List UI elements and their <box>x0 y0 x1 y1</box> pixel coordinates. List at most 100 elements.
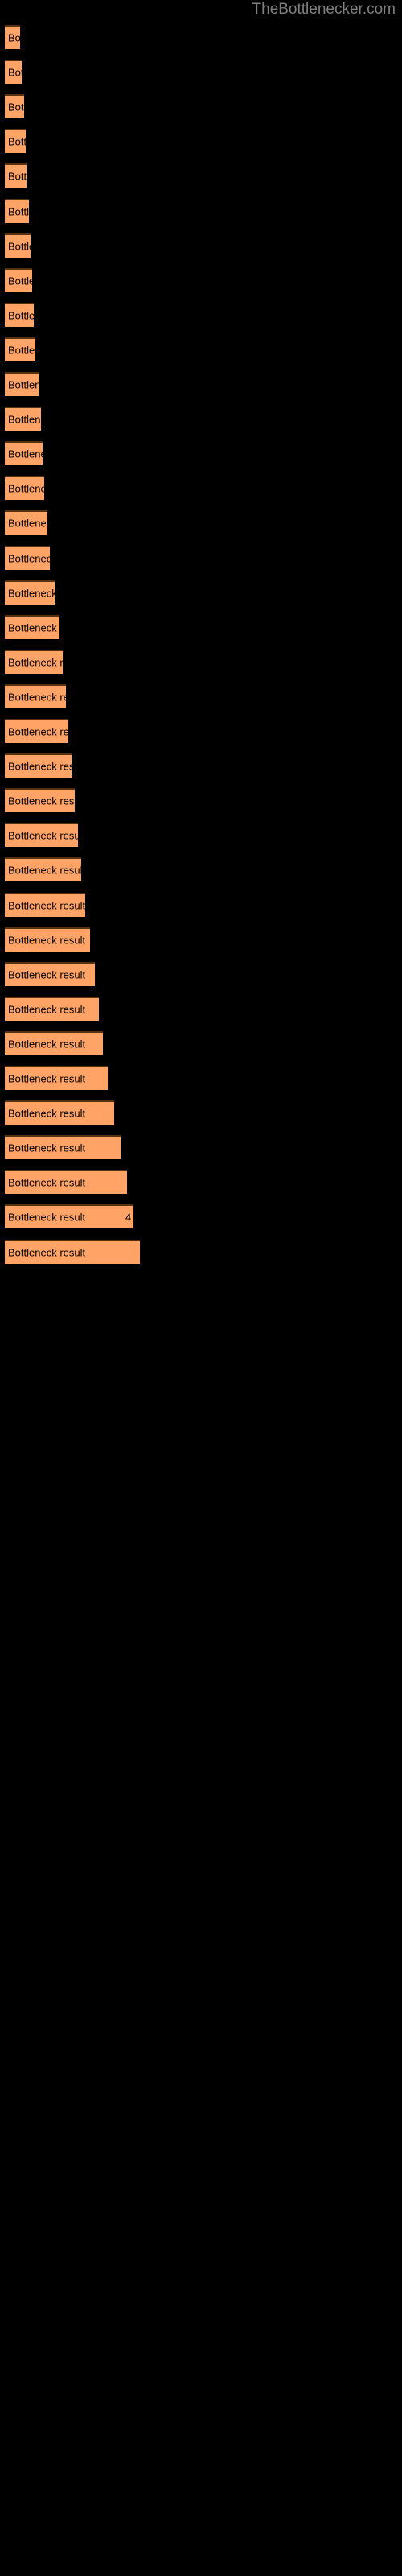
bar-label: Bottleneck result <box>8 899 85 911</box>
bar-row: Bottleneck result <box>0 1162 402 1197</box>
bar[interactable]: Bottleneck result <box>5 510 47 535</box>
bar-row: Bottleneck result <box>0 1059 402 1093</box>
bar[interactable]: Bottleneck result <box>5 683 66 708</box>
bar-row: Bottleneck result <box>0 642 402 677</box>
bar-label: Bottleneck result <box>8 275 32 287</box>
bar-label: Bottleneck result <box>8 760 72 773</box>
bar-label: Bottleneck result <box>8 934 86 947</box>
bar-row: Bottleneck result <box>0 18 402 52</box>
bar-label: Bottleneck result <box>8 309 34 322</box>
bar-label: Bottleneck result <box>8 205 29 217</box>
bar[interactable]: Bottleneck result <box>5 649 63 674</box>
bar-value: 4 <box>125 1211 132 1224</box>
bar-row: Bottleneck result <box>0 573 402 608</box>
bar-row: Bottleneck result <box>0 469 402 503</box>
bar[interactable]: Bottleneck result <box>5 1100 114 1125</box>
bar[interactable]: Bottleneck result <box>5 1066 108 1090</box>
bar-label: Bottleneck result <box>8 135 26 148</box>
bar-label: Bottleneck result <box>8 448 43 460</box>
bar[interactable]: Bottleneck result <box>5 927 90 952</box>
bar[interactable]: Bottleneck result <box>5 892 85 917</box>
bar-label: Bottleneck result <box>8 413 41 426</box>
bar-row: Bottleneck result <box>0 295 402 330</box>
bar-row: Bottleneck result <box>0 781 402 815</box>
bar-row: Bottleneck result <box>0 608 402 642</box>
bar[interactable]: Bottleneck result <box>5 302 34 327</box>
bar-row: Bottleneck result <box>0 712 402 746</box>
bar[interactable]: Bottleneck result <box>5 476 44 501</box>
bar-row: Bottleneck result <box>0 815 402 850</box>
bar[interactable]: Bottleneck result <box>5 1135 121 1160</box>
bar-label: Bottleneck result <box>8 31 20 44</box>
bottleneck-chart: TheBottlenecker.com Bottleneck resultBot… <box>0 0 402 2576</box>
bar[interactable]: Bottleneck result <box>5 1170 127 1195</box>
bar-row: Bottleneck result <box>0 677 402 712</box>
bar-label: Bottleneck result <box>8 240 31 253</box>
bar[interactable]: Bottleneck result <box>5 788 75 813</box>
bar[interactable]: Bottleneck result <box>5 719 68 743</box>
bar[interactable]: Bottleneck result <box>5 1030 103 1055</box>
bar[interactable]: Bottleneck result <box>5 1239 140 1264</box>
bar-label: Bottleneck result <box>8 1141 86 1154</box>
bar[interactable]: Bottleneck result <box>5 823 78 848</box>
bar[interactable]: Bottleneck result <box>5 129 26 154</box>
bar-label: Bottleneck result <box>8 621 59 634</box>
bar[interactable]: Bottleneck result <box>5 60 22 85</box>
bar-list: Bottleneck result Bottleneck result Bottle… <box>0 0 402 2576</box>
bar[interactable]: Bottleneck result <box>5 233 31 258</box>
bar-row: Bottleneck result <box>0 52 402 87</box>
bar[interactable]: Bottleneck result <box>5 961 95 986</box>
bar-row: Bottleneck result <box>0 156 402 191</box>
bar[interactable]: Bottleneck result <box>5 580 55 605</box>
bar-label: Bottleneck result <box>8 1038 86 1051</box>
bar-row: Bottleneck result <box>0 539 402 573</box>
bar[interactable]: Bottleneck result <box>5 372 39 396</box>
bar-row: Bottleneck result <box>0 226 402 261</box>
bar-label: Bottleneck result <box>8 587 55 600</box>
bar[interactable]: Bottleneck result <box>5 198 29 223</box>
bar-label: Bottleneck result <box>8 1003 86 1016</box>
bar-label: Bottleneck result <box>8 482 44 495</box>
bar-row: Bottleneck result <box>0 261 402 295</box>
bar-row: Bottleneck result <box>0 955 402 989</box>
bar-label: Bottleneck result <box>8 691 66 704</box>
bar-label: Bottleneck result <box>8 1072 86 1085</box>
bar-label: Bottleneck result <box>8 864 81 877</box>
bar-row: Bottleneck result 4 <box>0 1197 402 1232</box>
bar-row: Bottleneck result <box>0 1128 402 1162</box>
bar-row: Bottleneck result <box>0 920 402 955</box>
bar[interactable]: Bottleneck result 4 <box>5 1204 133 1229</box>
bar-row: Bottleneck result <box>0 365 402 399</box>
bar-row: Bottleneck result <box>0 850 402 885</box>
bar[interactable]: Bottleneck result <box>5 336 35 361</box>
bar[interactable]: Bottleneck result <box>5 545 50 570</box>
bar[interactable]: Bottleneck result <box>5 25 20 49</box>
bar-label: Bottleneck result <box>8 1107 86 1120</box>
bar-row: Bottleneck result <box>0 192 402 226</box>
bar-label: Bottleneck result <box>8 656 63 669</box>
bar-row: Bottleneck result <box>0 330 402 365</box>
bar[interactable]: Bottleneck result <box>5 996 99 1021</box>
bar[interactable]: Bottleneck result <box>5 267 32 292</box>
bar-label: Bottleneck result <box>8 378 39 391</box>
bar-row: Bottleneck result <box>0 886 402 920</box>
bar-label: Bottleneck result <box>8 66 22 79</box>
bar-row: Bottleneck result <box>0 503 402 538</box>
bar[interactable]: Bottleneck result <box>5 441 43 466</box>
bar-label: Bottleneck result <box>8 725 68 738</box>
bar-label: Bottleneck result <box>8 795 75 807</box>
bar-row: Bottleneck result <box>0 989 402 1024</box>
bar-label: Bottleneck result <box>8 829 78 842</box>
bar[interactable]: Bottleneck result <box>5 94 24 119</box>
bar[interactable]: Bottleneck result <box>5 407 41 431</box>
bar[interactable]: Bottleneck result <box>5 753 72 778</box>
bar-label: Bottleneck result <box>8 968 86 981</box>
bar[interactable]: Bottleneck result <box>5 614 59 639</box>
bar-label: Bottleneck result <box>8 101 24 114</box>
bar-row: Bottleneck result <box>0 434 402 469</box>
bar-row: Bottleneck result <box>0 1024 402 1059</box>
bar[interactable]: Bottleneck result <box>5 857 81 882</box>
bar-label: Bottleneck result <box>8 552 50 564</box>
bar-row: Bottleneck result <box>0 1093 402 1128</box>
bar[interactable]: Bottleneck result <box>5 163 27 188</box>
